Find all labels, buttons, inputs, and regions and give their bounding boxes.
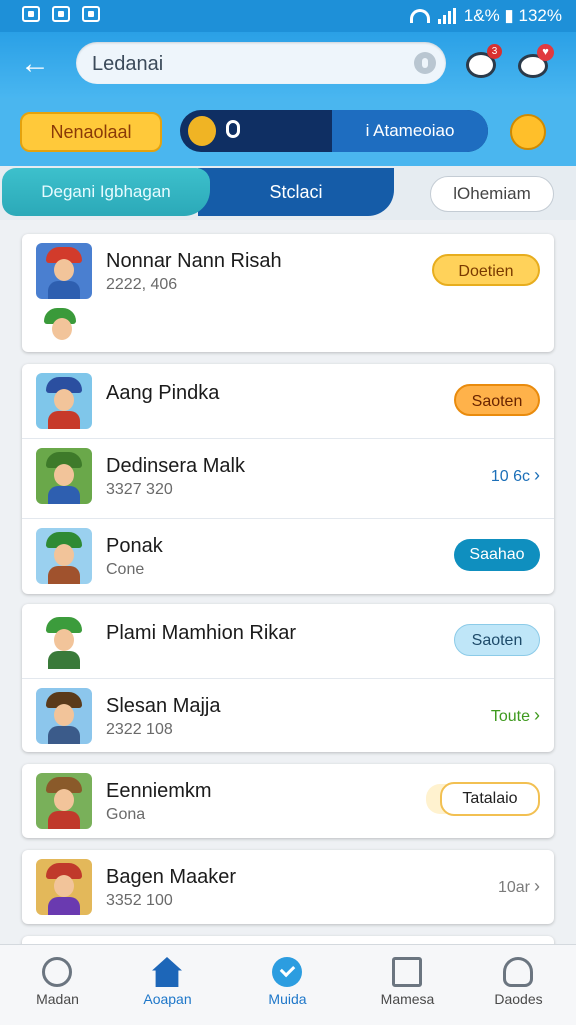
calendar-icon: [392, 957, 422, 987]
item-sub: 3352 100: [106, 892, 173, 909]
action-button[interactable]: Saoten: [454, 384, 540, 416]
list-card: Eenniemkm Gona Tatalaio: [22, 764, 554, 838]
item-sub: Cone: [106, 561, 145, 578]
item-name: Nonnar Nann Risah: [106, 250, 282, 272]
search-bar[interactable]: [76, 42, 446, 84]
home-icon: [152, 957, 182, 987]
list-item[interactable]: Dedinsera Malk 3327 320 10 6c ›: [22, 438, 554, 513]
tab-active[interactable]: Degani Igbhagan: [2, 168, 210, 216]
avatar: [36, 448, 92, 504]
mode-segment: i Atameoiao: [180, 110, 488, 152]
list-card: Nonnar Nann Risah 2222, 406 Doetien: [22, 234, 554, 352]
top-toolbar: ← 3 ♥: [0, 32, 576, 98]
item-link[interactable]: 10ar ›: [498, 876, 540, 897]
nav-item-mamesa[interactable]: Mamesa: [350, 945, 465, 1025]
avatar: [36, 613, 92, 669]
item-link[interactable]: Toute ›: [491, 705, 540, 726]
toggle-icon: [226, 120, 240, 138]
list-card: Plami Mamhion Rikar Saoten Slesan Majja …: [22, 604, 554, 752]
item-sub: 3327 320: [106, 481, 173, 498]
avatar: [38, 304, 84, 350]
nav-item-madan[interactable]: Madan: [0, 945, 115, 1025]
gift-icon[interactable]: ♥: [514, 44, 554, 84]
check-icon: [272, 957, 302, 987]
list-card: Bagen Maaker 3352 100 10ar ›: [22, 850, 554, 924]
trophy-icon[interactable]: [510, 114, 546, 150]
list-card: Aang Pindka Saoten Dedinsera Malk 3327 3…: [22, 364, 554, 594]
list-item[interactable]: Eenniemkm Gona Tatalaio: [22, 764, 554, 838]
item-name: Eenniemkm: [106, 780, 212, 802]
nav-label: Aoapan: [143, 991, 192, 1007]
image-notification-icon: [52, 6, 70, 22]
tab-middle[interactable]: Stclaci: [198, 168, 394, 216]
item-sub: 2222, 406: [106, 276, 178, 293]
item-name: Bagen Maaker: [106, 866, 237, 888]
wifi-icon: [409, 9, 430, 23]
avatar: [36, 859, 92, 915]
nav-label: Mamesa: [380, 991, 435, 1007]
segment-left[interactable]: [180, 110, 332, 152]
action-tag[interactable]: Tatalaio: [440, 782, 540, 816]
status-bar: 1&% ▮ 132%: [0, 0, 576, 32]
avatar: [36, 528, 92, 584]
item-link-label: 10ar: [497, 879, 530, 896]
action-button[interactable]: Saahao: [454, 539, 540, 571]
avatar: [36, 773, 92, 829]
nav-label: Muida: [268, 991, 307, 1007]
item-sub: 2322 108: [106, 721, 173, 738]
item-name: Plami Mamhion Rikar: [106, 622, 297, 644]
item-name: Slesan Majja: [106, 695, 221, 717]
item-link[interactable]: 10 6c ›: [491, 465, 540, 486]
item-name: Aang Pindka: [106, 382, 220, 404]
item-name: Dedinsera Malk: [106, 455, 245, 477]
item-link-label: 10 6c: [490, 468, 530, 485]
bottom-nav: Madan Aoapan Muida Mamesa Daodes: [0, 944, 576, 1025]
action-row: Nenaolaal i Atameoiao: [0, 98, 576, 166]
action-button[interactable]: Doetien: [432, 254, 540, 286]
back-arrow-icon[interactable]: ←: [20, 49, 50, 80]
list-item[interactable]: Slesan Majja 2322 108 Toute ›: [22, 678, 554, 753]
chevron-right-icon: ›: [534, 876, 540, 896]
chevron-right-icon: ›: [534, 465, 540, 485]
list-item[interactable]: Aang Pindka Saoten: [22, 364, 554, 438]
tab-right[interactable]: lOhemiam: [430, 176, 554, 212]
avatar: [36, 243, 92, 299]
action-button[interactable]: Saoten: [454, 624, 540, 656]
chevron-right-icon: ›: [534, 705, 540, 725]
item-sub: Gona: [106, 806, 146, 823]
primary-yellow-button[interactable]: Nenaolaal: [20, 112, 162, 152]
user-icon: [503, 957, 533, 987]
avatar: [36, 688, 92, 744]
search-icon[interactable]: [414, 52, 436, 74]
search-input[interactable]: [90, 49, 394, 79]
photo-notification-icon: [82, 6, 100, 22]
item-link-label: Toute: [490, 708, 530, 725]
nav-item-muida[interactable]: Muida: [230, 945, 345, 1025]
list-item[interactable]: Nonnar Nann Risah 2222, 406 Doetien: [22, 234, 554, 308]
list-item[interactable]: Bagen Maaker 3352 100 10ar ›: [22, 850, 554, 924]
list-item[interactable]: Plami Mamhion Rikar Saoten: [22, 604, 554, 678]
mascot-icon: [188, 116, 216, 146]
status-text: 1&% ▮ 132%: [463, 6, 562, 25]
nav-label: Daodes: [494, 991, 543, 1007]
notification-icon[interactable]: 3: [462, 44, 502, 84]
app-notification-icon: [22, 6, 40, 22]
nav-label: Madan: [36, 991, 79, 1007]
signal-icon: [437, 8, 456, 24]
nav-item-daodes[interactable]: Daodes: [461, 945, 576, 1025]
avatar: [36, 373, 92, 429]
list-item[interactable]: Ponak Cone Saahao: [22, 518, 554, 593]
tab-bar: Stclaci Degani Igbhagan lOhemiam: [0, 166, 576, 220]
chat-icon: [42, 957, 72, 987]
segment-right[interactable]: i Atameoiao: [332, 110, 488, 152]
nav-item-aoapan[interactable]: Aoapan: [110, 945, 225, 1025]
item-name: Ponak: [106, 535, 163, 557]
